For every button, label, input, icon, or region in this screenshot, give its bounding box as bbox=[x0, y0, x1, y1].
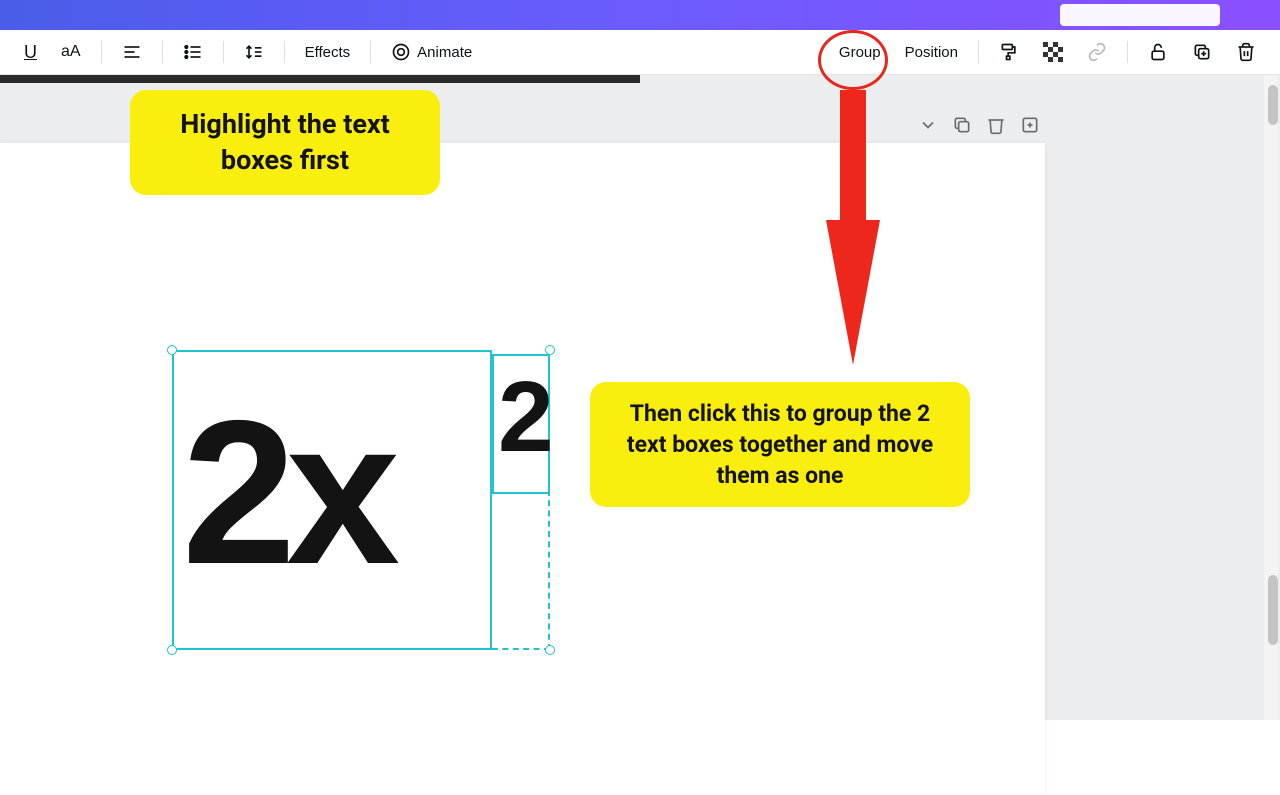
app-header-strip bbox=[0, 0, 1280, 30]
annotation-callout-2: Then click this to group the 2 text boxe… bbox=[590, 382, 970, 507]
divider bbox=[1127, 41, 1128, 63]
divider bbox=[284, 41, 285, 63]
animate-icon bbox=[391, 42, 411, 62]
divider bbox=[162, 41, 163, 63]
link-button[interactable] bbox=[1079, 36, 1115, 68]
effects-button[interactable]: Effects bbox=[297, 38, 359, 67]
unlock-icon bbox=[1148, 42, 1168, 62]
resize-handle[interactable] bbox=[545, 645, 555, 655]
page-controls bbox=[918, 115, 1040, 135]
duplicate-button[interactable] bbox=[1184, 36, 1220, 68]
link-icon bbox=[1087, 42, 1107, 62]
list-button[interactable] bbox=[175, 36, 211, 68]
selection-group[interactable]: 2x 2 bbox=[172, 350, 552, 660]
upgrade-button[interactable] bbox=[1060, 4, 1220, 26]
annotation-callout-1: Highlight the text boxes first bbox=[130, 90, 440, 195]
lock-button[interactable] bbox=[1140, 36, 1176, 68]
duplicate-page-icon[interactable] bbox=[952, 115, 972, 135]
underline-button[interactable]: U bbox=[16, 36, 45, 69]
scroll-thumb[interactable] bbox=[1268, 85, 1278, 125]
divider bbox=[223, 41, 224, 63]
delete-page-icon[interactable] bbox=[986, 115, 1006, 135]
bullet-list-icon bbox=[183, 42, 203, 62]
superscript-text-content[interactable]: 2 bbox=[498, 360, 554, 475]
text-case-button[interactable]: aA bbox=[53, 37, 89, 67]
copy-icon bbox=[1192, 42, 1212, 62]
line-spacing-icon bbox=[244, 42, 264, 62]
transparency-button[interactable] bbox=[1035, 36, 1071, 68]
divider bbox=[101, 41, 102, 63]
transparency-icon bbox=[1043, 42, 1063, 62]
position-button[interactable]: Position bbox=[897, 38, 966, 67]
spacing-button[interactable] bbox=[236, 36, 272, 68]
align-left-icon bbox=[122, 42, 142, 62]
main-text-content[interactable]: 2x bbox=[182, 390, 390, 595]
divider bbox=[978, 41, 979, 63]
resize-handle[interactable] bbox=[545, 345, 555, 355]
resize-handle[interactable] bbox=[167, 345, 177, 355]
resize-handle[interactable] bbox=[167, 645, 177, 655]
scroll-thumb[interactable] bbox=[1268, 575, 1278, 645]
copy-style-button[interactable] bbox=[991, 36, 1027, 68]
annotation-circle bbox=[818, 30, 888, 90]
selection-bounds-dashed bbox=[492, 490, 550, 650]
trash-icon bbox=[1236, 42, 1256, 62]
prev-page-edge bbox=[0, 75, 640, 83]
text-toolbar: U aA Effects Animate Group Position bbox=[0, 30, 1280, 75]
delete-button[interactable] bbox=[1228, 36, 1264, 68]
animate-button[interactable]: Animate bbox=[383, 36, 480, 68]
divider bbox=[370, 41, 371, 63]
annotation-arrow bbox=[818, 90, 888, 370]
chevron-down-icon[interactable] bbox=[918, 115, 938, 135]
align-button[interactable] bbox=[114, 36, 150, 68]
add-page-icon[interactable] bbox=[1020, 115, 1040, 135]
paint-roller-icon bbox=[999, 42, 1019, 62]
